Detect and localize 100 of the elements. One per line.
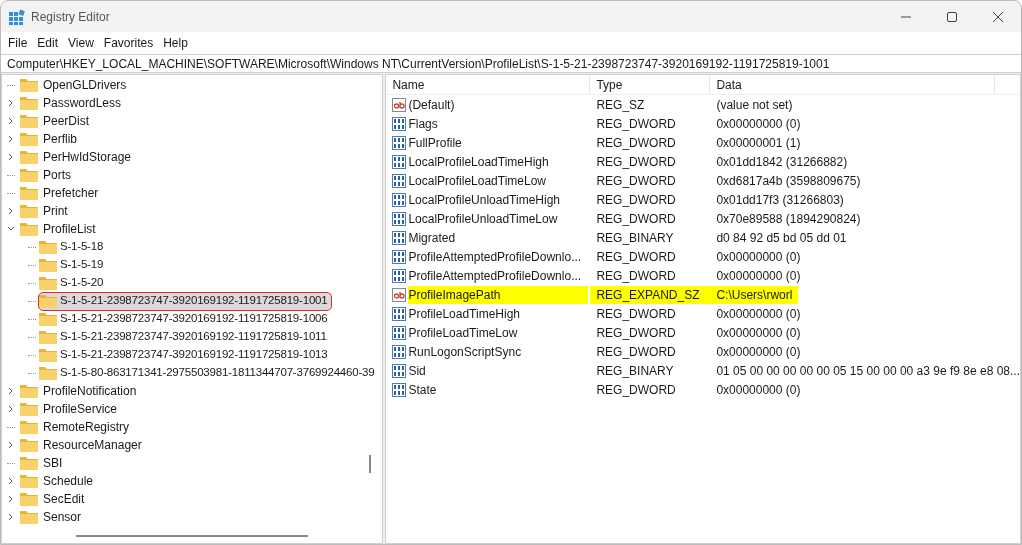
value-name: LocalProfileLoadTimeLow xyxy=(408,172,547,190)
tree-item[interactable]: Ports xyxy=(42,166,72,184)
value-type: REG_DWORD xyxy=(595,324,677,342)
tree-item[interactable]: ProfileList xyxy=(42,220,97,238)
value-data: (value not set) xyxy=(715,96,793,114)
chevron-icon[interactable] xyxy=(7,117,15,125)
value-name: ProfileAttemptedProfileDownlo... xyxy=(408,267,582,285)
value-data: 0x01dd1842 (31266882) xyxy=(715,153,848,171)
chevron-icon[interactable] xyxy=(7,153,15,161)
value-type: REG_DWORD xyxy=(595,210,677,228)
value-data: 0x00000000 (0) xyxy=(715,324,801,342)
value-data: 0x00000000 (0) xyxy=(715,343,801,361)
binary-value-icon xyxy=(392,135,407,150)
value-type: REG_SZ xyxy=(595,96,646,114)
folder-icon xyxy=(20,456,38,470)
folder-icon xyxy=(39,258,57,272)
chevron-icon[interactable] xyxy=(7,477,15,485)
folder-icon xyxy=(20,78,38,92)
folder-icon xyxy=(20,222,38,236)
window-title: Registry Editor xyxy=(31,8,110,26)
value-data: C:\Users\rworl xyxy=(710,285,799,304)
string-value-icon xyxy=(392,97,407,112)
string-value-icon xyxy=(392,287,407,302)
value-name: State xyxy=(408,381,437,399)
chevron-icon[interactable] xyxy=(7,513,15,521)
tree-item[interactable]: S-1-5-19 xyxy=(39,256,108,274)
value-name: Flags xyxy=(408,115,438,133)
tree-item[interactable]: SecEdit xyxy=(42,490,86,508)
tree-item[interactable]: S-1-5-18 xyxy=(39,238,108,256)
value-name: Sid xyxy=(408,362,426,380)
value-type: REG_DWORD xyxy=(595,115,677,133)
menu-item[interactable]: Favorites xyxy=(98,34,159,52)
folder-icon xyxy=(39,366,57,380)
value-data: 0x00000000 (0) xyxy=(715,267,801,285)
menu-item[interactable]: Edit xyxy=(32,34,64,52)
folder-icon xyxy=(20,474,38,488)
horizontal-scrollbar-thumb[interactable] xyxy=(76,535,309,537)
tree-item[interactable]: S-1-5-21-2398723747-3920169192-1191725819-1011 xyxy=(39,328,331,346)
tree-item[interactable]: S-1-5-21-2398723747-3920169192-1191725819-1006 xyxy=(39,310,332,328)
column-header[interactable]: Type xyxy=(590,75,711,94)
binary-value-icon xyxy=(392,382,407,397)
value-type: REG_DWORD xyxy=(595,267,677,285)
value-data: 01 05 00 00 00 00 00 05 15 00 00 00 a3 9e f9 8e e8 08... xyxy=(715,362,1020,380)
tree-item[interactable]: Print xyxy=(42,202,69,220)
tree-item[interactable]: PeerDist xyxy=(42,112,90,130)
folder-icon xyxy=(20,204,38,218)
tree-item[interactable]: PasswordLess xyxy=(42,94,123,112)
value-data: 0x00000000 (0) xyxy=(715,381,801,399)
folder-icon xyxy=(39,240,57,254)
tree-item[interactable]: S-1-5-80-863171341-2975503981-1811344707-3769924460-39 xyxy=(39,364,379,382)
tree-item[interactable]: ProfileNotification xyxy=(42,382,138,400)
chevron-icon[interactable] xyxy=(7,225,15,233)
folder-icon xyxy=(39,330,57,344)
tree-item[interactable]: Schedule xyxy=(42,472,95,490)
column-header[interactable]: Data xyxy=(710,75,996,94)
tree-item[interactable]: PerHwIdStorage xyxy=(42,148,133,166)
tree-item[interactable]: S-1-5-21-2398723747-3920169192-1191725819-1013 xyxy=(39,346,332,364)
binary-value-icon xyxy=(392,363,407,378)
value-type: REG_EXPAND_SZ xyxy=(590,285,711,304)
close-icon xyxy=(993,11,1003,22)
tree-item[interactable]: Prefetcher xyxy=(42,184,100,202)
folder-icon xyxy=(20,186,38,200)
chevron-icon[interactable] xyxy=(7,495,15,503)
tree-item[interactable]: Perflib xyxy=(42,130,78,148)
chevron-icon[interactable] xyxy=(7,405,15,413)
chevron-icon[interactable] xyxy=(7,99,15,107)
circled-tree-item[interactable]: S-1-5-21-2398723747-3920169192-1191725819-1001 xyxy=(39,292,332,310)
binary-value-icon xyxy=(392,344,407,359)
folder-icon xyxy=(39,294,57,308)
vertical-scrollbar-thumb[interactable] xyxy=(369,455,372,473)
menu-item[interactable]: View xyxy=(63,34,99,52)
tree-item[interactable]: ProfileService xyxy=(42,400,119,418)
chevron-icon[interactable] xyxy=(7,207,15,215)
binary-value-icon xyxy=(392,154,407,169)
tree-item[interactable]: S-1-5-20 xyxy=(39,274,108,292)
value-data: d0 84 92 d5 bd 05 dd 01 xyxy=(715,229,847,247)
folder-icon xyxy=(39,312,57,326)
value-data: 0x01dd17f3 (31266803) xyxy=(715,191,844,209)
value-type: REG_DWORD xyxy=(595,248,677,266)
tree-item[interactable]: RemoteRegistry xyxy=(42,418,131,436)
value-name: FullProfile xyxy=(408,134,462,152)
tree-item[interactable]: SBI xyxy=(42,454,64,472)
chevron-icon[interactable] xyxy=(7,387,15,395)
value-name: LocalProfileUnloadTimeLow xyxy=(408,210,558,228)
menu-item[interactable]: File xyxy=(3,34,33,52)
folder-icon xyxy=(20,420,38,434)
column-header[interactable]: Name xyxy=(386,75,591,94)
value-type: REG_DWORD xyxy=(595,153,677,171)
binary-value-icon xyxy=(392,249,407,264)
menu-item[interactable]: Help xyxy=(158,34,193,52)
tree-item[interactable]: OpenGLDrivers xyxy=(42,76,128,94)
chevron-icon[interactable] xyxy=(7,135,15,143)
tree-item[interactable]: Sensor xyxy=(42,508,83,526)
tree-item[interactable]: ResourceManager xyxy=(42,436,143,454)
value-data: 0xd6817a4b (3598809675) xyxy=(715,172,861,190)
address-bar[interactable]: Computer\HKEY_LOCAL_MACHINE\SOFTWARE\Microsoft\Windows NT\CurrentVersion\ProfileList\S-1-5-21-2398723747-3920169192-1191725819-1001 xyxy=(1,54,1021,73)
chevron-icon[interactable] xyxy=(7,441,15,449)
folder-icon xyxy=(20,168,38,182)
value-name: ProfileLoadTimeHigh xyxy=(408,305,520,323)
folder-icon xyxy=(20,150,38,164)
